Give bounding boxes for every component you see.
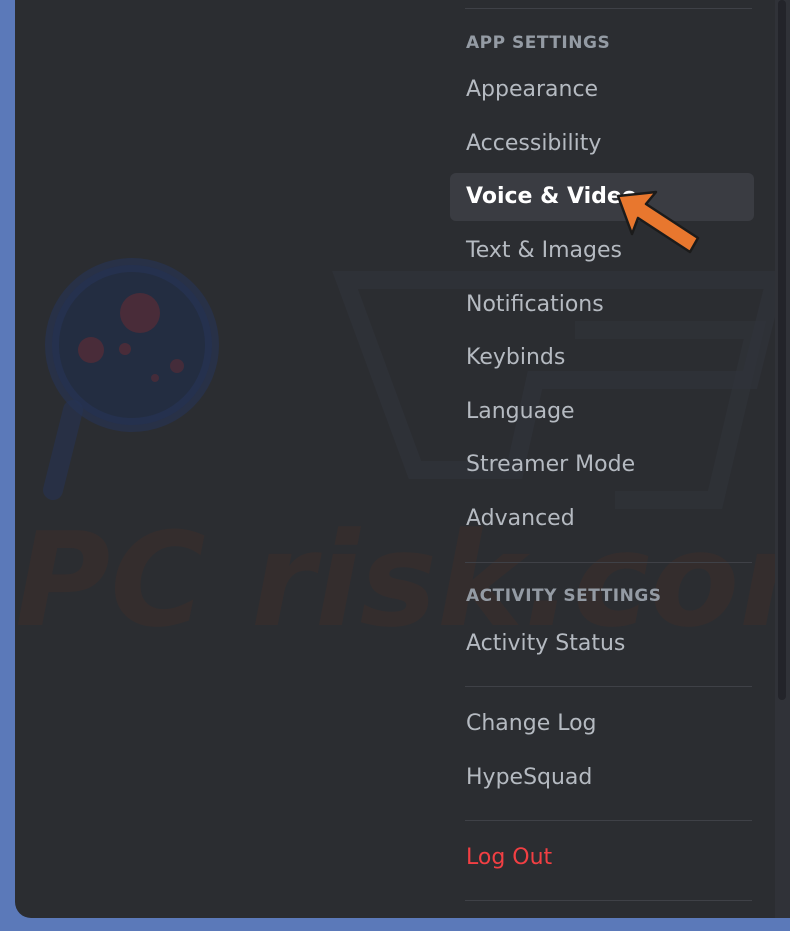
section-divider <box>465 562 752 563</box>
section-divider <box>465 820 752 821</box>
sidebar-scrollbar[interactable] <box>778 0 786 700</box>
nav-item-advanced[interactable]: Advanced <box>450 495 754 543</box>
nav-item-notifications[interactable]: Notifications <box>450 281 754 329</box>
nav-item-appearance[interactable]: Appearance <box>450 66 754 114</box>
section-header-app-settings: APP SETTINGS <box>466 33 611 53</box>
nav-item-keybinds[interactable]: Keybinds <box>450 334 754 382</box>
section-divider <box>465 686 752 687</box>
nav-item-change-log[interactable]: Change Log <box>450 700 754 748</box>
annotation-arrow-icon <box>616 190 700 254</box>
nav-item-accessibility[interactable]: Accessibility <box>450 120 754 168</box>
nav-item-hypesquad[interactable]: HypeSquad <box>450 754 754 802</box>
section-header-activity-settings: ACTIVITY SETTINGS <box>466 586 662 606</box>
settings-window: PC risk.com APP SETTINGS Appearance Acce… <box>15 0 790 918</box>
nav-item-streamer-mode[interactable]: Streamer Mode <box>450 441 754 489</box>
bottom-divider <box>465 900 752 901</box>
top-divider <box>465 8 752 9</box>
nav-item-voice-video[interactable]: Voice & Video <box>450 173 754 221</box>
nav-item-text-images[interactable]: Text & Images <box>450 227 754 275</box>
nav-item-activity-status[interactable]: Activity Status <box>450 620 754 668</box>
nav-item-language[interactable]: Language <box>450 388 754 436</box>
nav-item-log-out[interactable]: Log Out <box>450 834 754 882</box>
